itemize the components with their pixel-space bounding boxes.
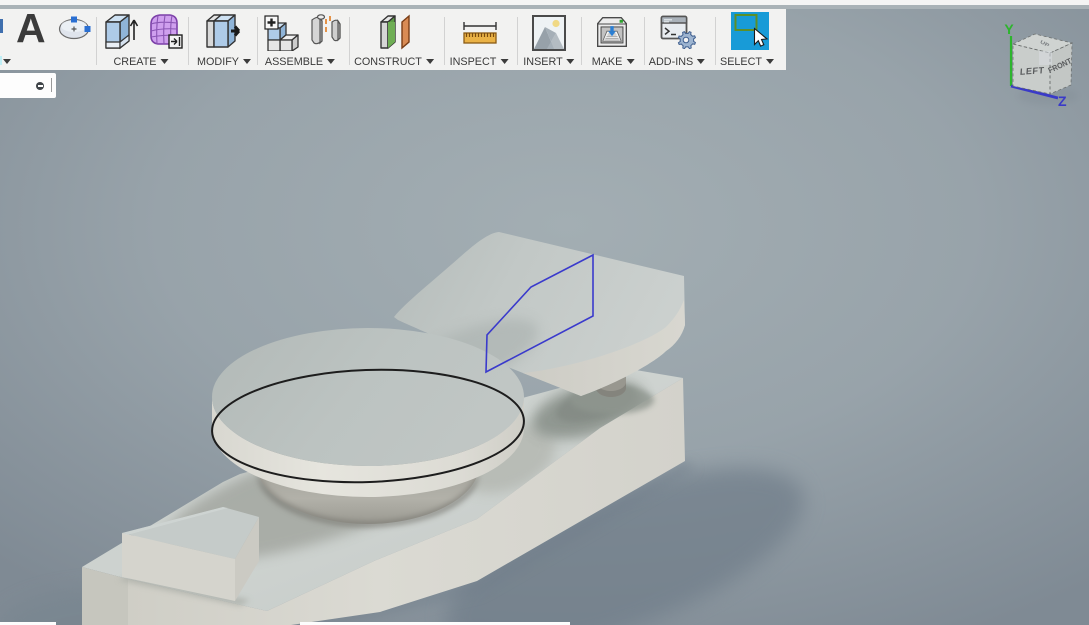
svg-text:LEFT: LEFT (1020, 65, 1045, 77)
svg-text:Y: Y (1004, 21, 1014, 37)
svg-text:Z: Z (1058, 93, 1067, 109)
